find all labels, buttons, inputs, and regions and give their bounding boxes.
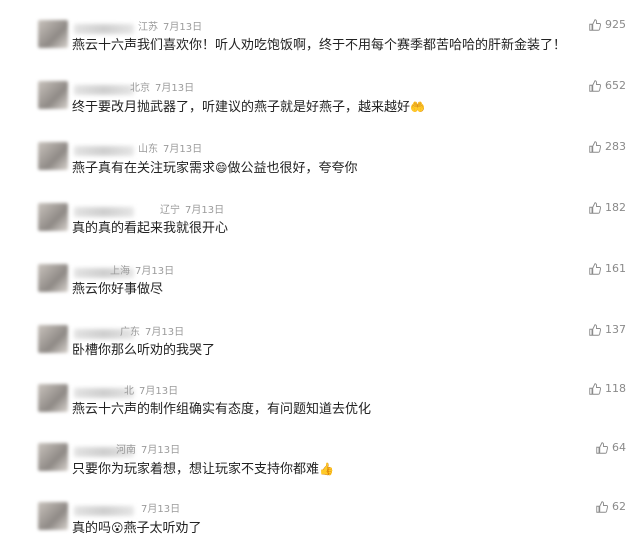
comment-meta: 7月13日 (136, 500, 185, 515)
like-count: 182 (605, 201, 626, 214)
comment-text: 燕子真有在关注玩家需求😄做公益也很好，夸夸你 (72, 161, 358, 176)
avatar[interactable] (38, 325, 68, 353)
comment-text: 终于要改月抛武器了，听建议的燕子就是好燕子，越来越好🤲 (72, 100, 425, 115)
comment-location: 辽宁 (160, 205, 180, 216)
comment-location: 河南 (116, 445, 136, 456)
comment-list: 江苏 7月13日 燕云十六声我们喜欢你！听人劝吃饱饭啊，终于不用每个赛季都苦哈哈的… (0, 0, 640, 548)
comment-item: 山东 7月13日 燕子真有在关注玩家需求😄做公益也很好，夸夸你 283 (0, 134, 640, 194)
emoji: 👍 (319, 462, 334, 476)
comment-item: 辽宁 7月13日 真的真的看起来我就很开心 182 (0, 195, 640, 255)
avatar[interactable] (38, 264, 68, 292)
avatar[interactable] (38, 142, 68, 170)
like-count: 118 (605, 382, 626, 395)
comment-date: 7月13日 (139, 386, 179, 397)
comment-date: 7月13日 (163, 22, 203, 33)
comment-location: 北 (124, 386, 134, 397)
avatar[interactable] (38, 81, 68, 109)
comment-item: 江苏 7月13日 燕云十六声我们喜欢你！听人劝吃饱饭啊，终于不用每个赛季都苦哈哈的… (0, 12, 640, 72)
username-blurred[interactable] (74, 85, 134, 95)
comment-item: 北京 7月13日 终于要改月抛武器了，听建议的燕子就是好燕子，越来越好🤲 652 (0, 73, 640, 133)
comment-text: 燕云你好事做尽 (72, 282, 164, 297)
comment-location: 山东 (138, 144, 158, 155)
comment-text: 卧槽你那么听劝的我哭了 (72, 343, 216, 358)
like-count: 62 (612, 500, 626, 513)
like-button[interactable]: 283 (589, 140, 626, 153)
like-count: 137 (605, 323, 626, 336)
thumbs-up-icon (596, 500, 608, 513)
comment-meta: 广东 7月13日 (120, 323, 189, 338)
thumbs-up-icon (589, 262, 601, 275)
avatar[interactable] (38, 20, 68, 48)
like-button[interactable]: 925 (589, 18, 626, 31)
comment-text: 只要你为玩家着想，想让玩家不支持你都难👍 (72, 462, 334, 477)
username-blurred[interactable] (74, 24, 134, 34)
username-blurred[interactable] (74, 146, 134, 156)
like-button[interactable]: 62 (596, 500, 626, 513)
thumbs-up-icon (589, 140, 601, 153)
comment-location: 江苏 (138, 22, 158, 33)
like-count: 652 (605, 79, 626, 92)
like-count: 925 (605, 18, 626, 31)
comment-location: 北京 (130, 83, 150, 94)
avatar[interactable] (38, 203, 68, 231)
like-count: 161 (605, 262, 626, 275)
comment-meta: 山东 7月13日 (138, 140, 207, 155)
comment-text: 燕云十六声的制作组确实有态度，有问题知道去优化 (72, 402, 372, 417)
like-button[interactable]: 64 (596, 441, 626, 454)
like-button[interactable]: 182 (589, 201, 626, 214)
comment-meta: 上海 7月13日 (110, 262, 179, 277)
like-count: 64 (612, 441, 626, 454)
like-button[interactable]: 652 (589, 79, 626, 92)
comment-item: 上海 7月13日 燕云你好事做尽 161 (0, 256, 640, 316)
comment-item: 河南 7月13日 只要你为玩家着想，想让玩家不支持你都难👍 64 (0, 435, 640, 495)
like-button[interactable]: 118 (589, 382, 626, 395)
avatar[interactable] (38, 443, 68, 471)
comment-date: 7月13日 (141, 504, 181, 515)
thumbs-up-icon (589, 201, 601, 214)
username-blurred[interactable] (74, 506, 134, 516)
like-button[interactable]: 137 (589, 323, 626, 336)
comment-item: 广东 7月13日 卧槽你那么听劝的我哭了 137 (0, 317, 640, 377)
like-button[interactable]: 161 (589, 262, 626, 275)
comment-date: 7月13日 (145, 327, 185, 338)
emoji: 🤲 (410, 100, 425, 114)
comment-location: 广东 (120, 327, 140, 338)
emoji: 😄 (215, 161, 228, 175)
comment-meta: 辽宁 7月13日 (160, 201, 229, 216)
comment-date: 7月13日 (185, 205, 225, 216)
thumbs-up-icon (589, 323, 601, 336)
comment-item: 7月13日 真的吗😮燕子太听劝了 62 (0, 494, 640, 554)
comment-text: 真的吗😮燕子太听劝了 (72, 521, 202, 536)
comment-location: 上海 (110, 266, 130, 277)
comment-date: 7月13日 (163, 144, 203, 155)
username-blurred[interactable] (74, 207, 134, 217)
emoji: 😮 (111, 521, 124, 535)
comment-date: 7月13日 (135, 266, 175, 277)
avatar[interactable] (38, 384, 68, 412)
comment-text: 燕云十六声我们喜欢你！听人劝吃饱饭啊，终于不用每个赛季都苦哈哈的肝新金装了！ (72, 38, 567, 53)
comment-date: 7月13日 (155, 83, 195, 94)
comment-meta: 河南 7月13日 (116, 441, 185, 456)
thumbs-up-icon (589, 18, 601, 31)
comment-meta: 北 7月13日 (124, 382, 183, 397)
thumbs-up-icon (589, 79, 601, 92)
comment-meta: 北京 7月13日 (130, 79, 199, 94)
thumbs-up-icon (589, 382, 601, 395)
comment-item: 北 7月13日 燕云十六声的制作组确实有态度，有问题知道去优化 118 (0, 376, 640, 436)
thumbs-up-icon (596, 441, 608, 454)
avatar[interactable] (38, 502, 68, 530)
comment-date: 7月13日 (141, 445, 181, 456)
like-count: 283 (605, 140, 626, 153)
comment-meta: 江苏 7月13日 (138, 18, 207, 33)
comment-text: 真的真的看起来我就很开心 (72, 221, 229, 236)
